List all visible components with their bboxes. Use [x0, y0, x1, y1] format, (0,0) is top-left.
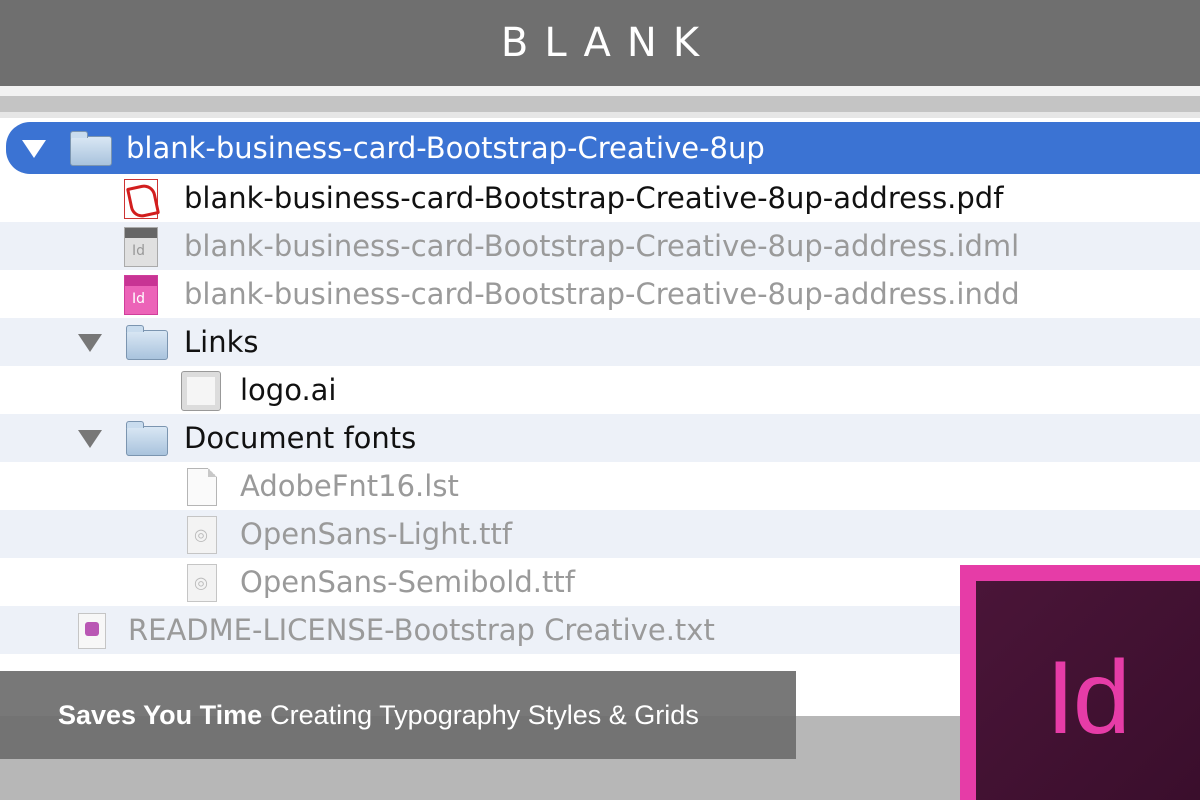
folder-icon [126, 325, 168, 360]
brand-title: BLANK [500, 20, 716, 66]
tree-item-label: logo.ai [240, 373, 337, 407]
tree-item-label: OpenSans-Semibold.ttf [240, 565, 575, 599]
indesign-logo-inner: Id [976, 581, 1200, 800]
indd-file-icon: Id [124, 275, 158, 315]
tree-row-file[interactable]: Id blank-business-card-Bootstrap-Creativ… [0, 270, 1200, 318]
disclosure-triangle-icon[interactable] [78, 334, 102, 352]
tree-row-file[interactable]: Id blank-business-card-Bootstrap-Creativ… [0, 222, 1200, 270]
divider [0, 86, 1200, 96]
caption-bar: Saves You Time Creating Typography Style… [0, 671, 796, 759]
tree-row-file[interactable]: AdobeFnt16.lst [0, 462, 1200, 510]
divider [0, 96, 1200, 112]
divider [0, 112, 1200, 118]
folder-icon [70, 131, 112, 166]
tree-row-file[interactable]: logo.ai [0, 366, 1200, 414]
document-icon [187, 468, 217, 506]
tree-item-label: blank-business-card-Bootstrap-Creative-8… [184, 277, 1020, 311]
caption-text: Creating Typography Styles & Grids [270, 699, 699, 730]
indesign-logo-text: Id [1046, 640, 1131, 756]
font-file-icon [187, 516, 217, 554]
tree-item-label: Document fonts [184, 421, 417, 455]
caption-emphasis: Saves You Time [58, 699, 263, 730]
tree-item-label: blank-business-card-Bootstrap-Creative-8… [184, 229, 1020, 263]
tree-row-folder-links[interactable]: Links [0, 318, 1200, 366]
disclosure-triangle-icon[interactable] [22, 140, 46, 158]
tree-item-label: Links [184, 325, 259, 359]
tree-row-file[interactable]: OpenSans-Light.ttf [0, 510, 1200, 558]
header-bar: BLANK [0, 0, 1200, 86]
tree-item-label: blank-business-card-Bootstrap-Creative-8… [184, 181, 1004, 215]
tree-item-label: OpenSans-Light.ttf [240, 517, 513, 551]
tree-item-label: AdobeFnt16.lst [240, 469, 459, 503]
tree-row-file[interactable]: blank-business-card-Bootstrap-Creative-8… [0, 174, 1200, 222]
text-file-icon [78, 613, 106, 649]
folder-icon [126, 421, 168, 456]
pdf-file-icon [124, 179, 158, 219]
tree-item-label: blank-business-card-Bootstrap-Creative-8… [126, 131, 765, 165]
tree-row-root-folder[interactable]: blank-business-card-Bootstrap-Creative-8… [6, 122, 1200, 174]
idml-file-icon: Id [124, 227, 158, 267]
tree-row-folder-fonts[interactable]: Document fonts [0, 414, 1200, 462]
ai-file-icon [181, 371, 221, 411]
indesign-logo: Id [960, 565, 1200, 800]
tree-item-label: README-LICENSE-Bootstrap Creative.txt [128, 613, 715, 647]
font-file-icon [187, 564, 217, 602]
disclosure-triangle-icon[interactable] [78, 430, 102, 448]
